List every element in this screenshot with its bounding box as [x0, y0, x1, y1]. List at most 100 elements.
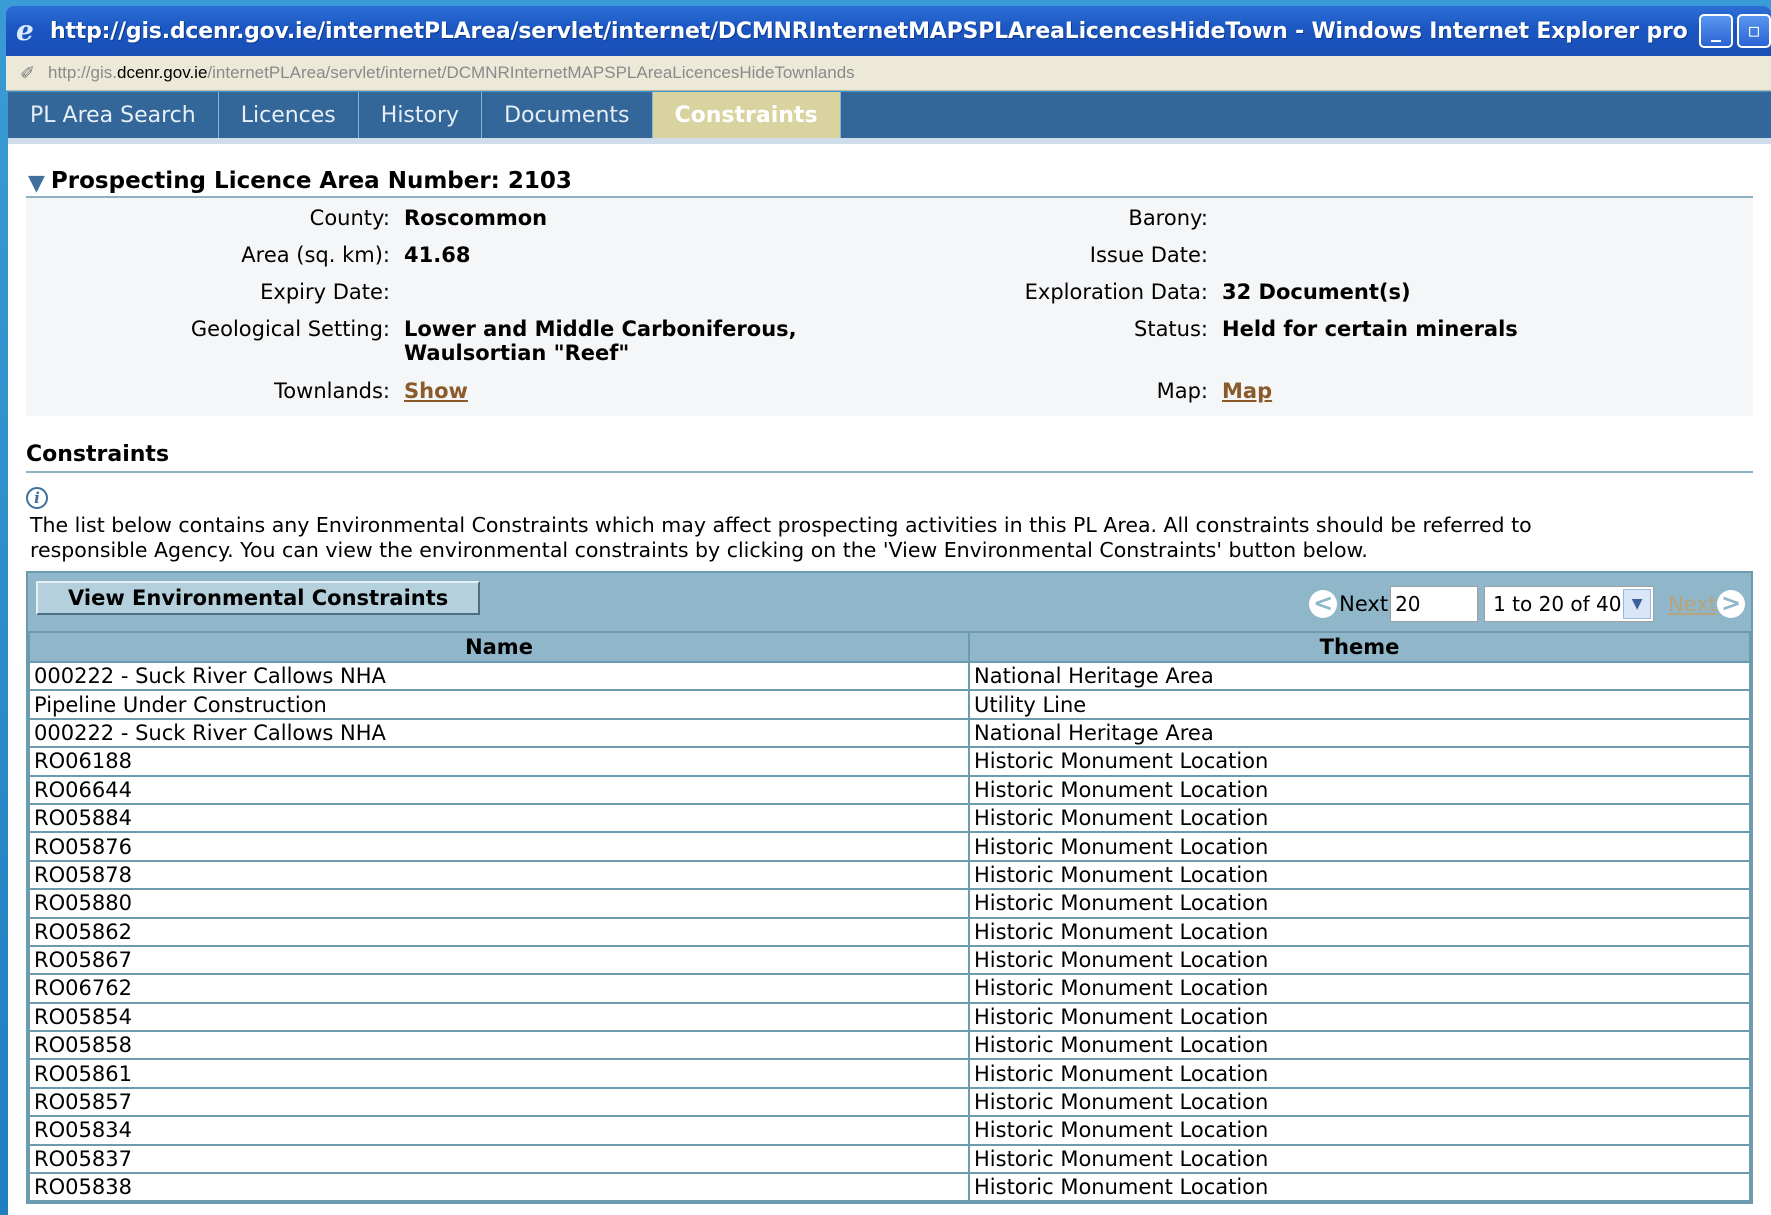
- constraint-name-cell: Pipeline Under Construction: [28, 689, 970, 720]
- status-label: Status:: [1134, 317, 1208, 341]
- barony-label: Barony:: [1128, 206, 1208, 230]
- url-domain: dcenr.gov.ie: [116, 63, 208, 82]
- table-row[interactable]: RO05876 Historic Monument Location: [28, 831, 1751, 862]
- constraint-name-cell: RO05862: [28, 916, 970, 947]
- table-row[interactable]: RO06762 Historic Monument Location: [28, 973, 1751, 1004]
- constraint-theme-cell: National Heritage Area: [968, 717, 1751, 749]
- constraint-theme-cell: Historic Monument Location: [968, 973, 1751, 1004]
- table-row[interactable]: RO06188 Historic Monument Location: [28, 746, 1751, 777]
- table-row[interactable]: 000222 - Suck River Callows NHA National …: [28, 660, 1751, 692]
- table-row[interactable]: RO05834 Historic Monument Location: [28, 1115, 1751, 1146]
- exploration-data-value: 32 Document(s): [1222, 280, 1411, 304]
- constraints-title: Constraints: [26, 442, 1753, 473]
- table-row[interactable]: RO05854 Historic Monument Location: [28, 1001, 1751, 1033]
- constraint-name-cell: RO05837: [28, 1143, 970, 1175]
- next-page-icon[interactable]: >: [1717, 590, 1745, 618]
- page-size-input[interactable]: 20: [1390, 586, 1479, 622]
- grid-toolbar: View Environmental Constraints < Next 20…: [28, 573, 1751, 631]
- tab-bar: PL Area Search Licences History Document…: [8, 92, 1771, 144]
- table-row[interactable]: RO05862 Historic Monument Location: [28, 916, 1751, 947]
- map-link[interactable]: Map: [1222, 379, 1272, 403]
- next-page-link[interactable]: Next: [1668, 592, 1717, 616]
- constraint-name-cell: RO05838: [28, 1172, 970, 1203]
- minimize-button[interactable]: _: [1699, 14, 1733, 48]
- geological-setting-value-2: Waulsortian "Reef": [404, 341, 630, 365]
- constraint-theme-cell: Historic Monument Location: [968, 1143, 1751, 1175]
- window-controls: _ ▫: [1699, 14, 1771, 48]
- constraint-name-cell: 000222 - Suck River Callows NHA: [28, 717, 970, 749]
- constraint-name-cell: 000222 - Suck River Callows NHA: [28, 660, 970, 692]
- table-row[interactable]: RO05857 Historic Monument Location: [28, 1086, 1751, 1118]
- table-row[interactable]: RO05858 Historic Monument Location: [28, 1030, 1751, 1061]
- internet-explorer-icon: e: [16, 14, 34, 47]
- page-icon: ✐: [20, 62, 36, 84]
- constraint-name-cell: RO05857: [28, 1086, 970, 1118]
- constraint-theme-cell: Historic Monument Location: [968, 1058, 1751, 1089]
- status-value: Held for certain minerals: [1222, 317, 1518, 341]
- pager: < Next 20 1 to 20 of 40 ▼ Next >: [1309, 585, 1745, 623]
- constraint-name-cell: RO05834: [28, 1115, 970, 1146]
- constraints-grid: View Environmental Constraints < Next 20…: [26, 571, 1753, 1205]
- url-path: /internetPLArea/servlet/internet/DCMNRIn…: [207, 63, 855, 82]
- constraint-theme-cell: Historic Monument Location: [968, 1001, 1751, 1033]
- constraint-name-cell: RO05880: [28, 888, 970, 919]
- page-title: Prospecting Licence Area Number: 2103: [50, 168, 572, 194]
- constraint-theme-cell: Historic Monument Location: [968, 1115, 1751, 1146]
- constraint-name-cell: RO06188: [28, 746, 970, 777]
- tab-pl-area-search[interactable]: PL Area Search: [8, 92, 219, 138]
- page-content: PL Area Search Licences History Document…: [8, 92, 1771, 1215]
- table-row[interactable]: RO06644 Historic Monument Location: [28, 774, 1751, 805]
- table-row[interactable]: RO05884 Historic Monument Location: [28, 802, 1751, 834]
- chevron-down-icon[interactable]: ▼: [1623, 589, 1652, 619]
- licence-details: County: Roscommon Area (sq. km): 41.68 E…: [26, 198, 1753, 416]
- issue-date-label: Issue Date:: [1089, 243, 1208, 267]
- page-range-select[interactable]: 1 to 20 of 40 ▼: [1484, 586, 1655, 622]
- view-environmental-constraints-button[interactable]: View Environmental Constraints: [36, 581, 481, 615]
- constraint-theme-cell: Historic Monument Location: [968, 916, 1751, 947]
- constraint-name-cell: RO05858: [28, 1030, 970, 1061]
- constraint-name-cell: RO06762: [28, 973, 970, 1004]
- main-panel: ▼ Prospecting Licence Area Number: 2103 …: [8, 144, 1771, 1205]
- constraint-theme-cell: Historic Monument Location: [968, 888, 1751, 919]
- url-text[interactable]: http://gis.dcenr.gov.ie/internetPLArea/s…: [48, 63, 855, 83]
- table-header-row: Name Theme: [28, 631, 1751, 663]
- previous-page-icon[interactable]: <: [1309, 590, 1338, 618]
- info-icon: i: [26, 487, 48, 509]
- tab-licences[interactable]: Licences: [219, 92, 359, 138]
- table-row[interactable]: 000222 - Suck River Callows NHA National …: [28, 717, 1751, 749]
- column-header-theme[interactable]: Theme: [968, 631, 1751, 663]
- ie-window: e http://gis.dcenr.gov.ie/internetPLArea…: [0, 0, 1771, 1215]
- constraint-theme-cell: Historic Monument Location: [968, 802, 1751, 834]
- constraint-theme-cell: Historic Monument Location: [968, 746, 1751, 777]
- constraint-name-cell: RO05884: [28, 802, 970, 834]
- window-title: http://gis.dcenr.gov.ie/internetPLArea/s…: [50, 18, 1688, 44]
- url-prefix: http://gis.: [48, 63, 117, 82]
- address-bar[interactable]: ✐ http://gis.dcenr.gov.ie/internetPLArea…: [6, 56, 1771, 91]
- constraints-info-text: The list below contains any Environmenta…: [26, 513, 1753, 563]
- pager-prev-label[interactable]: Next: [1339, 592, 1388, 616]
- constraint-theme-cell: Historic Monument Location: [968, 1172, 1751, 1203]
- title-bar[interactable]: e http://gis.dcenr.gov.ie/internetPLArea…: [6, 6, 1771, 56]
- table-row[interactable]: Pipeline Under Construction Utility Line: [28, 689, 1751, 720]
- constraint-theme-cell: Historic Monument Location: [968, 944, 1751, 976]
- exploration-data-label: Exploration Data:: [1024, 280, 1208, 304]
- table-row[interactable]: RO05861 Historic Monument Location: [28, 1058, 1751, 1089]
- table-row[interactable]: RO05838 Historic Monument Location: [28, 1172, 1751, 1203]
- tab-history[interactable]: History: [359, 92, 483, 138]
- table-row[interactable]: RO05878 Historic Monument Location: [28, 859, 1751, 891]
- maximize-button[interactable]: ▫: [1737, 14, 1771, 48]
- info-line-1: The list below contains any Environmenta…: [30, 513, 1532, 537]
- constraint-name-cell: RO05876: [28, 831, 970, 862]
- constraint-theme-cell: National Heritage Area: [968, 660, 1751, 692]
- table-row[interactable]: RO05880 Historic Monument Location: [28, 888, 1751, 919]
- map-label: Map:: [1156, 379, 1208, 403]
- tab-constraints[interactable]: Constraints: [652, 92, 841, 138]
- table-row[interactable]: RO05867 Historic Monument Location: [28, 944, 1751, 976]
- constraint-name-cell: RO05867: [28, 944, 970, 976]
- column-header-name[interactable]: Name: [28, 631, 970, 663]
- tab-documents[interactable]: Documents: [482, 92, 653, 138]
- constraint-name-cell: RO05861: [28, 1058, 970, 1089]
- collapse-arrow-icon[interactable]: ▼: [28, 173, 45, 195]
- table-row[interactable]: RO05837 Historic Monument Location: [28, 1143, 1751, 1175]
- constraint-theme-cell: Historic Monument Location: [968, 774, 1751, 805]
